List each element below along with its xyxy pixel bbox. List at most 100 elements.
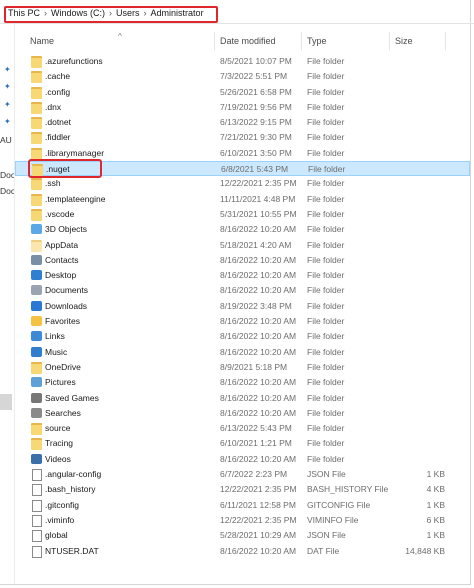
- column-divider[interactable]: [301, 32, 302, 50]
- file-list: .azurefunctions 8/5/2021 10:07 PM File fol…: [15, 54, 470, 559]
- file-name: Desktop: [45, 270, 77, 281]
- contacts-icon: [31, 254, 42, 265]
- file-row[interactable]: .dnx 7/19/2021 9:56 PM File folder: [15, 100, 470, 115]
- file-name: Tracing: [45, 438, 74, 449]
- file-type: File folder: [307, 453, 345, 464]
- file-date-modified: 8/16/2022 10:20 AM: [220, 331, 297, 342]
- file-name: NTUSER.DAT: [45, 545, 99, 556]
- file-row[interactable]: 3D Objects 8/16/2022 10:20 AM File folder: [15, 222, 470, 237]
- folder-icon-light: [31, 239, 42, 252]
- file-date-modified: 8/16/2022 10:20 AM: [220, 254, 297, 265]
- file-row[interactable]: Links 8/16/2022 10:20 AM File folder: [15, 329, 470, 344]
- file-row[interactable]: Music 8/16/2022 10:20 AM File folder: [15, 345, 470, 360]
- json-icon: [32, 530, 42, 543]
- file-type: File folder: [307, 193, 345, 204]
- file-row[interactable]: global 5/28/2021 10:29 AM JSON File 1 KB: [15, 528, 470, 543]
- music-icon: [31, 346, 42, 357]
- column-date-modified[interactable]: Date modified: [220, 36, 276, 46]
- file-row[interactable]: .templateengine 11/11/2021 4:48 PM File fo…: [15, 192, 470, 207]
- file-date-modified: 8/9/2021 5:18 PM: [220, 361, 288, 372]
- nav-item[interactable]: Doc: [0, 186, 15, 196]
- file-row[interactable]: Favorites 8/16/2022 10:20 AM File folder: [15, 314, 470, 329]
- file-type: File folder: [307, 71, 345, 82]
- file-type: File folder: [307, 407, 345, 418]
- file-icon: [32, 484, 42, 497]
- file-row[interactable]: .config 5/26/2021 6:58 PM File folder: [15, 85, 470, 100]
- file-row[interactable]: Saved Games 8/16/2022 10:20 AM File folder: [15, 391, 470, 406]
- file-row[interactable]: Contacts 8/16/2022 10:20 AM File folder: [15, 253, 470, 268]
- file-row[interactable]: .fiddler 7/21/2021 9:30 PM File folder: [15, 130, 470, 145]
- folder-icon: [31, 132, 42, 145]
- file-row[interactable]: .cache 7/3/2022 5:51 PM File folder: [15, 69, 470, 84]
- file-name: Favorites: [45, 316, 80, 327]
- file-name: Downloads: [45, 300, 88, 311]
- file-date-modified: 6/13/2022 5:43 PM: [220, 423, 292, 434]
- file-row[interactable]: Videos 8/16/2022 10:20 AM File folder: [15, 452, 470, 467]
- file-date-modified: 5/26/2021 6:58 PM: [220, 86, 292, 97]
- file-row[interactable]: .ssh 12/22/2021 2:35 PM File folder: [15, 176, 470, 191]
- file-name: .librarymanager: [45, 147, 105, 158]
- file-name: source: [45, 423, 71, 434]
- file-row[interactable]: .dotnet 6/13/2022 9:15 PM File folder: [15, 115, 470, 130]
- file-size: 1 KB: [426, 530, 445, 541]
- column-size[interactable]: Size: [395, 36, 413, 46]
- file-type: DAT File: [307, 545, 340, 556]
- file-date-modified: 12/22/2021 2:35 PM: [220, 484, 297, 495]
- file-date-modified: 8/16/2022 10:20 AM: [220, 407, 297, 418]
- navigation-pane[interactable]: ✦ ✦ ✦ ✦ AU Doc Doc: [0, 24, 15, 584]
- file-row[interactable]: AppData 5/18/2021 4:20 AM File folder: [15, 238, 470, 253]
- file-date-modified: 6/8/2021 5:43 PM: [221, 164, 289, 175]
- column-header: ^ Name Date modified Type Size: [15, 32, 470, 50]
- file-row[interactable]: Downloads 8/19/2022 3:48 PM File folder: [15, 299, 470, 314]
- column-divider[interactable]: [445, 32, 446, 50]
- file-name: Music: [45, 346, 68, 357]
- nav-item[interactable]: Doc: [0, 170, 15, 180]
- file-date-modified: 11/11/2021 4:48 PM: [220, 193, 296, 204]
- file-date-modified: 8/16/2022 10:20 AM: [220, 377, 297, 388]
- file-name: AppData: [45, 239, 79, 250]
- file-type: File folder: [307, 423, 345, 434]
- file-name: .angular-config: [45, 469, 102, 480]
- file-row[interactable]: Searches 8/16/2022 10:20 AM File folder: [15, 406, 470, 421]
- file-row[interactable]: Documents 8/16/2022 10:20 AM File folder: [15, 283, 470, 298]
- file-name: .fiddler: [45, 132, 71, 143]
- 3d-objects-icon: [31, 224, 42, 235]
- nav-item[interactable]: AU: [0, 135, 12, 145]
- file-name: .dnx: [45, 101, 62, 112]
- file-name: Links: [45, 331, 65, 342]
- file-row[interactable]: source 6/13/2022 5:43 PM File folder: [15, 421, 470, 436]
- file-row[interactable]: .angular-config 6/7/2022 2:23 PM JSON File…: [15, 467, 470, 482]
- file-type: File folder: [307, 101, 345, 112]
- address-bar[interactable]: This PC › Windows (C:) › Users › Administrator: [0, 5, 474, 24]
- column-type[interactable]: Type: [307, 36, 327, 46]
- file-date-modified: 7/19/2021 9:56 PM: [220, 101, 292, 112]
- column-name[interactable]: Name: [30, 36, 54, 46]
- file-name: .bash_history: [45, 484, 96, 495]
- file-row[interactable]: .gitconfig 6/11/2021 12:58 PM GITCONFIG Fi…: [15, 498, 470, 513]
- file-date-modified: 8/16/2022 10:20 AM: [220, 316, 297, 327]
- file-date-modified: 5/31/2021 10:55 PM: [220, 208, 297, 219]
- file-name: .templateengine: [45, 193, 106, 204]
- file-row[interactable]: Tracing 6/10/2021 1:21 PM File folder: [15, 436, 470, 451]
- file-row[interactable]: .bash_history 12/22/2021 2:35 PM BASH_HIST…: [15, 482, 470, 497]
- file-date-modified: 6/13/2022 9:15 PM: [220, 117, 292, 128]
- documents-icon: [31, 285, 42, 296]
- file-row[interactable]: OneDrive 8/9/2021 5:18 PM File folder: [15, 360, 470, 375]
- nav-scrollbar[interactable]: [0, 394, 12, 410]
- file-name: Saved Games: [45, 392, 99, 403]
- file-row[interactable]: Pictures 8/16/2022 10:20 AM File folder: [15, 375, 470, 390]
- file-type: File folder: [307, 346, 345, 357]
- file-name: 3D Objects: [45, 224, 88, 235]
- file-date-modified: 8/16/2022 10:20 AM: [220, 392, 297, 403]
- file-row[interactable]: .azurefunctions 8/5/2021 10:07 PM File fol…: [15, 54, 470, 69]
- file-type: JSON File: [307, 469, 346, 480]
- column-divider[interactable]: [389, 32, 390, 50]
- column-divider[interactable]: [214, 32, 215, 50]
- file-row[interactable]: .vscode 5/31/2021 10:55 PM File folder: [15, 207, 470, 222]
- saved-games-icon: [31, 392, 42, 403]
- folder-icon: [31, 208, 42, 221]
- file-row[interactable]: NTUSER.DAT 8/16/2022 10:20 AM DAT File 14,8…: [15, 544, 470, 559]
- file-row[interactable]: .viminfo 12/22/2021 2:35 PM VIMINFO File 6 …: [15, 513, 470, 528]
- file-row[interactable]: Desktop 8/16/2022 10:20 AM File folder: [15, 268, 470, 283]
- file-type: File folder: [308, 164, 346, 175]
